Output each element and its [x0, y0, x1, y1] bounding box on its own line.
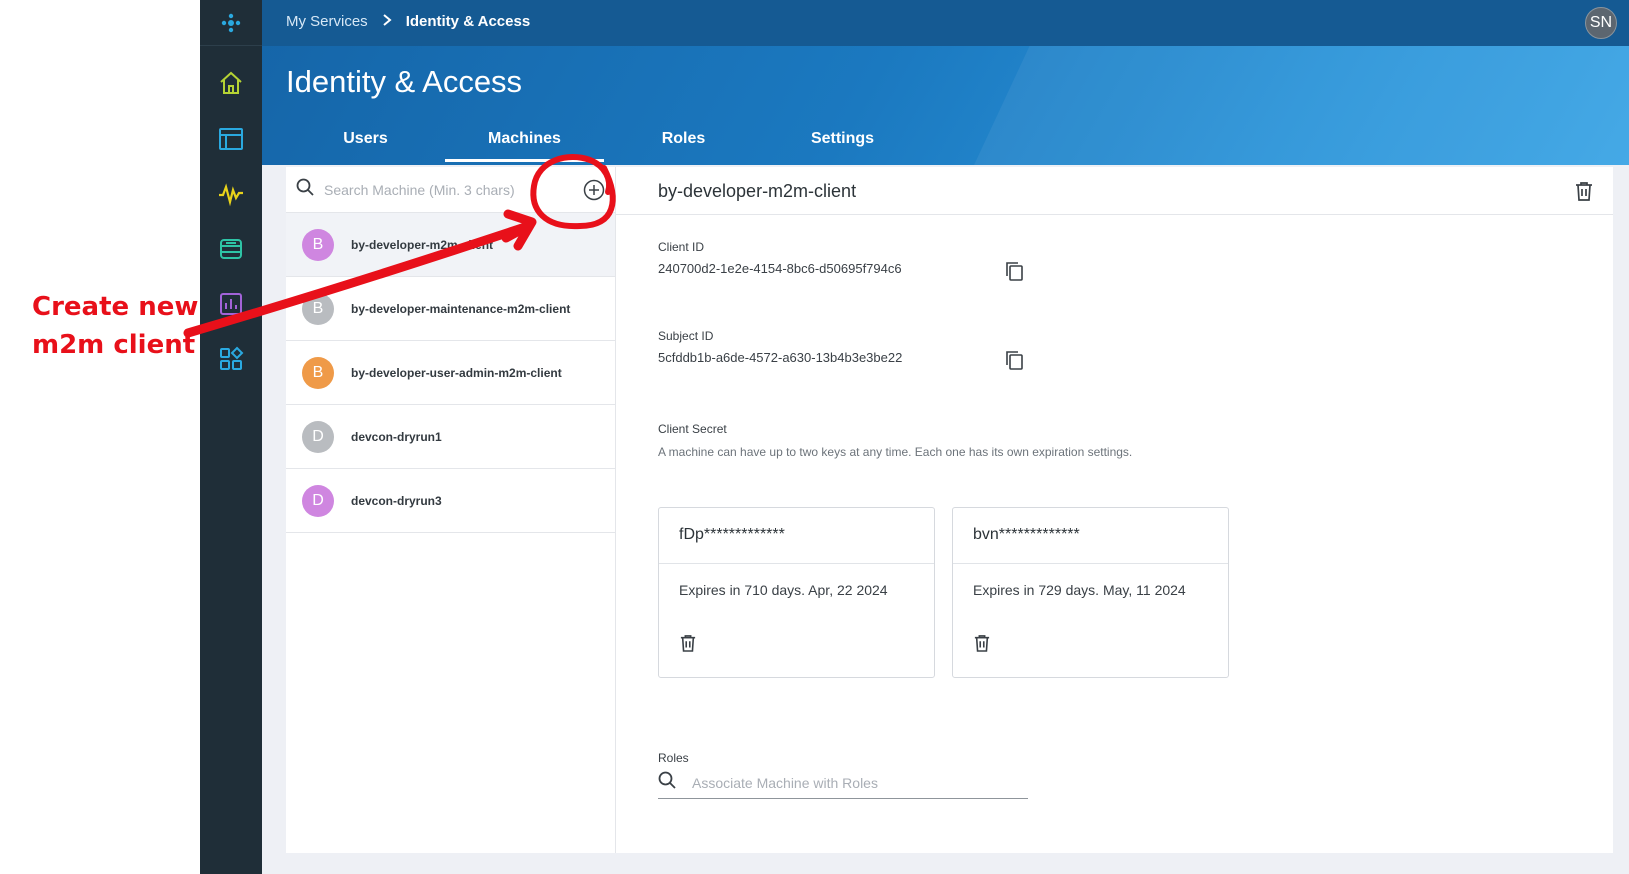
machine-search-row [286, 167, 615, 213]
list-item[interactable]: B by-developer-m2m-client [286, 213, 615, 277]
list-item-label: devcon-dryrun1 [351, 429, 442, 444]
detail-header: by-developer-m2m-client [616, 167, 1613, 215]
annotation-text: Create new m2m client [32, 288, 198, 364]
machine-search-input[interactable] [324, 181, 554, 198]
machine-list-panel: B by-developer-m2m-client B by-developer… [286, 167, 616, 853]
client-secret-label: Client Secret [658, 422, 727, 436]
roles-field [658, 767, 1028, 799]
home-icon[interactable] [200, 61, 262, 105]
breadcrumb: My Services Identity & Access [286, 13, 530, 30]
search-icon [658, 771, 676, 794]
database-icon[interactable] [200, 227, 262, 271]
tab-machines[interactable]: Machines [445, 118, 604, 162]
secret-key-masked: bvn************* [953, 508, 1228, 564]
roles-search-input[interactable] [692, 774, 1012, 791]
roles-label: Roles [658, 751, 689, 765]
client-id-label: Client ID [658, 240, 705, 254]
detail-title: by-developer-m2m-client [658, 181, 857, 201]
subject-id-label: Subject ID [658, 329, 714, 343]
tab-roles[interactable]: Roles [604, 118, 763, 162]
list-item[interactable]: B by-developer-maintenance-m2m-client [286, 277, 615, 341]
chevron-right-icon [382, 13, 392, 30]
secret-key-card: fDp************* Expires in 710 days. Ap… [658, 507, 935, 678]
tab-settings[interactable]: Settings [763, 118, 922, 162]
machine-list: B by-developer-m2m-client B by-developer… [286, 213, 615, 533]
breadcrumb-current: Identity & Access [405, 13, 531, 30]
search-icon [296, 178, 314, 201]
annotation-line-2: m2m client [32, 330, 196, 360]
subject-id-value: 5cfddb1b-a6de-4572-a630-13b4b3e3be22 [658, 350, 903, 365]
apps-icon[interactable] [200, 337, 262, 381]
machine-detail-panel: by-developer-m2m-client Client ID 240700… [616, 167, 1613, 853]
tab-users[interactable]: Users [286, 118, 445, 162]
nav-rail [200, 0, 262, 874]
copy-client-id-button[interactable] [1004, 260, 1024, 287]
secret-key-expiry: Expires in 710 days. Apr, 22 2024 [679, 582, 888, 598]
page: Create new m2m client My Services Identi… [0, 0, 1629, 874]
user-avatar[interactable]: SN [1585, 7, 1617, 39]
list-item-label: by-developer-m2m-client [351, 237, 494, 252]
analytics-icon[interactable] [200, 282, 262, 326]
client-id-value: 240700d2-1e2e-4154-8bc6-d50695f794c6 [658, 261, 902, 276]
secret-key-masked: fDp************* [659, 508, 934, 564]
layout-icon[interactable] [200, 117, 262, 161]
top-bar: My Services Identity & Access SN [262, 0, 1629, 46]
delete-key-button[interactable] [974, 634, 990, 657]
list-item-label: devcon-dryrun3 [351, 493, 442, 508]
secret-key-expiry: Expires in 729 days. May, 11 2024 [973, 582, 1186, 598]
avatar: B [302, 292, 334, 325]
delete-machine-button[interactable] [1575, 181, 1593, 206]
logo-icon[interactable] [200, 0, 262, 46]
secret-key-card: bvn************* Expires in 729 days. Ma… [952, 507, 1229, 678]
list-item[interactable]: D devcon-dryrun3 [286, 469, 615, 533]
header-band: My Services Identity & Access SN Identit… [262, 0, 1629, 165]
list-item[interactable]: D devcon-dryrun1 [286, 405, 615, 469]
list-item-label: by-developer-user-admin-m2m-client [351, 365, 562, 380]
avatar: B [302, 356, 334, 389]
delete-key-button[interactable] [680, 634, 696, 657]
add-machine-button[interactable] [583, 179, 605, 201]
avatar: D [302, 420, 334, 453]
breadcrumb-root[interactable]: My Services [286, 13, 368, 30]
list-item-label: by-developer-maintenance-m2m-client [351, 301, 571, 316]
client-secret-note: A machine can have up to two keys at any… [658, 445, 1133, 459]
avatar: D [302, 484, 334, 517]
page-title: Identity & Access [286, 64, 523, 99]
copy-subject-id-button[interactable] [1004, 349, 1024, 376]
list-item[interactable]: B by-developer-user-admin-m2m-client [286, 341, 615, 405]
pulse-icon[interactable] [200, 172, 262, 216]
tab-bar: Users Machines Roles Settings [286, 118, 922, 162]
avatar: B [302, 228, 334, 261]
annotation-line-1: Create new [32, 292, 199, 322]
